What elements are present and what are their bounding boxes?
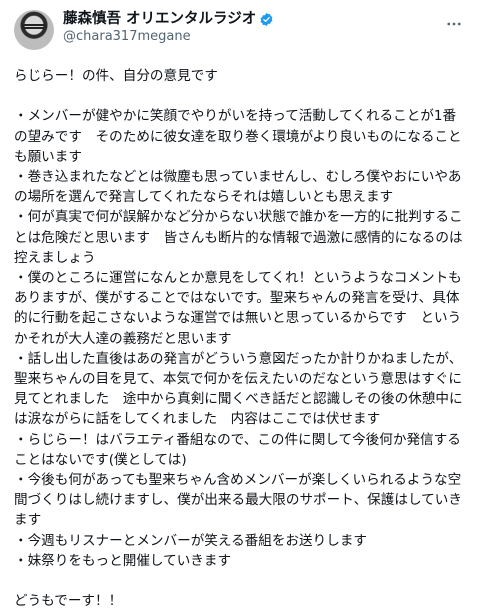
author-names: 藤森慎吾 オリエンタルラジオ @chara317megane: [63, 10, 442, 45]
tweet-text: らじらー！の件、自分の意見です ・メンバーが健やかに笑顔でやりがいを持って活動し…: [14, 68, 463, 610]
more-dots-icon: [447, 22, 461, 26]
user-handle[interactable]: @chara317megane: [63, 29, 442, 45]
more-horizontal-icon[interactable]: [442, 12, 466, 36]
display-name-row[interactable]: 藤森慎吾 オリエンタルラジオ: [63, 10, 442, 28]
avatar[interactable]: [14, 10, 54, 50]
verified-badge-icon: [260, 12, 273, 26]
display-name[interactable]: 藤森慎吾 オリエンタルラジオ: [63, 10, 256, 28]
tweet-header: 藤森慎吾 オリエンタルラジオ @chara317megane: [14, 10, 466, 54]
tweet-card: 藤森慎吾 オリエンタルラジオ @chara317megane らじらー！の件、自…: [0, 0, 480, 609]
